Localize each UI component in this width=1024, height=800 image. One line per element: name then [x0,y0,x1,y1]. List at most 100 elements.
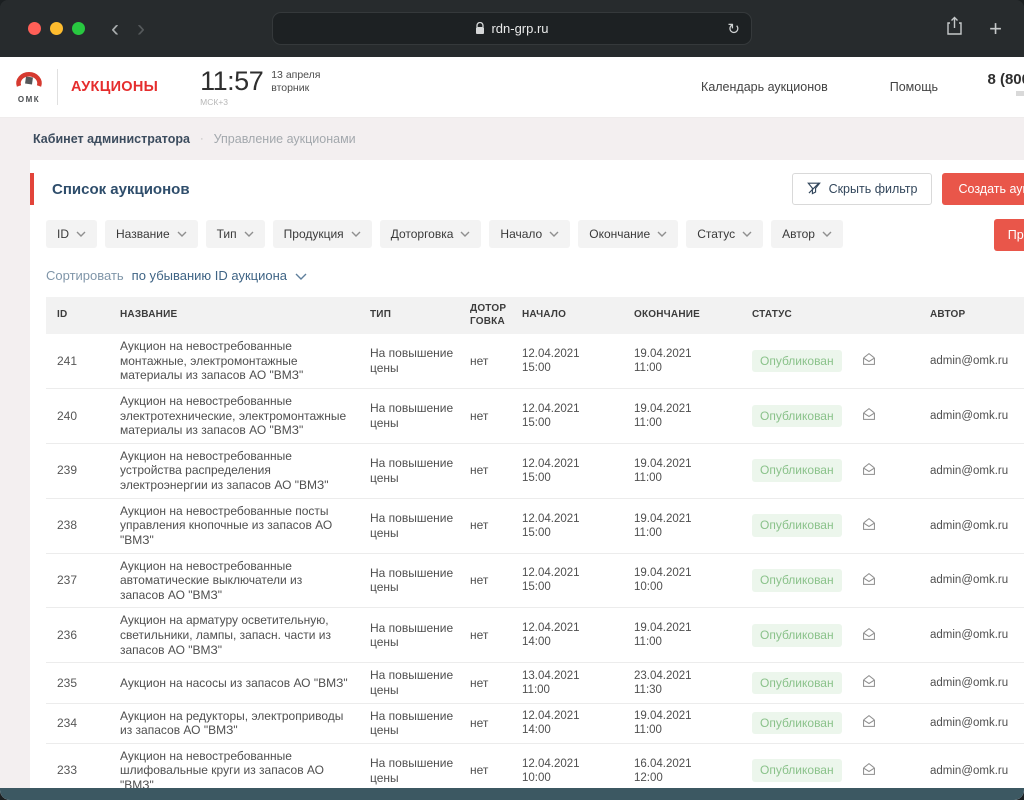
reload-icon[interactable]: ↻ [727,20,740,38]
cell-author: admin@omk.ru [920,628,1024,642]
cell-author: admin@omk.ru [920,764,1024,778]
cell-type: На повышение цены [360,621,460,650]
minimize-window-button[interactable] [50,22,63,35]
cell-mail[interactable] [832,462,920,480]
cell-retrade: нет [460,676,512,691]
browser-chrome: ‹ › rdn-grp.ru ↻ + [0,0,1024,57]
cell-mail[interactable] [832,407,920,425]
new-tab-icon[interactable]: + [989,18,1002,40]
header-nav: Календарь аукционов Помощь [701,80,938,94]
cell-name[interactable]: Аукцион на насосы из запасов АО "ВМЗ" [110,676,360,691]
cell-status: Опубликован [742,624,832,647]
cell-start: 13.04.2021 11:00 [512,669,624,697]
cell-name[interactable]: Аукцион на невостребованные посты управл… [110,504,360,548]
traffic-lights [28,22,85,35]
current-date: 13 апреля вторник [271,68,320,107]
cell-start: 12.04.2021 14:00 [512,621,624,649]
cell-name[interactable]: Аукцион на редукторы, электроприводы из … [110,709,360,738]
mail-open-icon[interactable] [861,714,877,732]
share-icon[interactable] [946,16,963,41]
cell-retrade: нет [460,463,512,478]
mail-open-icon[interactable] [861,517,877,535]
table-row[interactable]: 241 Аукцион на невостребованные монтажны… [46,334,1024,389]
forward-button[interactable]: › [137,17,145,41]
table-row[interactable]: 235 Аукцион на насосы из запасов АО "ВМЗ… [46,663,1024,703]
status-badge: Опубликован [752,459,842,482]
filter-chip[interactable]: Автор [771,220,843,248]
cell-name[interactable]: Аукцион на невостребованные шлифовальные… [110,749,360,788]
filter-chip[interactable]: Окончание [578,220,678,248]
create-auction-button[interactable]: Создать аукцион [942,173,1024,205]
header-nav-link[interactable]: Помощь [890,80,938,94]
mail-open-icon[interactable] [861,462,877,480]
table-row[interactable]: 233 Аукцион на невостребованные шлифовал… [46,744,1024,788]
cell-start: 12.04.2021 15:00 [512,402,624,430]
status-badge: Опубликован [752,405,842,428]
cell-end: 19.04.2021 11:00 [624,709,742,737]
column-header: ID [46,309,110,322]
cell-author: admin@omk.ru [920,354,1024,368]
cell-mail[interactable] [832,674,920,692]
mail-open-icon[interactable] [861,627,877,645]
cell-end: 16.04.2021 12:00 [624,757,742,785]
cell-retrade: нет [460,354,512,369]
table-row[interactable]: 240 Аукцион на невостребованные электрот… [46,389,1024,444]
cell-mail[interactable] [832,714,920,732]
cell-mail[interactable] [832,352,920,370]
address-bar[interactable]: rdn-grp.ru ↻ [272,12,752,45]
table-row[interactable]: 237 Аукцион на невостребованные автомати… [46,554,1024,609]
mail-open-icon[interactable] [861,352,877,370]
column-header: НАЧАЛО [512,309,624,322]
title-accent-bar [30,173,34,205]
column-header: ТИП [360,309,460,322]
filter-chip[interactable]: Начало [489,220,570,248]
timezone-label: МСК+3 [200,97,263,107]
cell-end: 19.04.2021 11:00 [624,457,742,485]
cell-mail[interactable] [832,627,920,645]
filter-chip[interactable]: Название [105,220,198,248]
status-badge: Опубликован [752,514,842,537]
cell-name[interactable]: Аукцион на невостребованные электротехни… [110,394,360,438]
column-header: ДОТОР ГОВКА [460,303,512,328]
mail-open-icon[interactable] [861,674,877,692]
filter-row: ID Название Тип [30,216,1024,252]
apply-filter-button[interactable]: Применить [994,219,1024,251]
cell-name[interactable]: Аукцион на невостребованные автоматическ… [110,559,360,603]
sort-label: Сортировать [46,268,124,283]
cell-name[interactable]: Аукцион на невостребованные монтажные, э… [110,339,360,383]
cell-mail[interactable] [832,517,920,535]
sort-select[interactable]: по убыванию ID аукциона [132,268,307,283]
lock-icon [475,22,485,35]
filter-chip[interactable]: Тип [206,220,265,248]
filter-chip[interactable]: Продукция [273,220,372,248]
cell-name[interactable]: Аукцион на невостребованные устройства р… [110,449,360,493]
current-time: 11:57 [200,68,263,95]
header-nav-link[interactable]: Календарь аукционов [701,80,828,94]
filter-chip[interactable]: Доторговка [380,220,482,248]
filter-chip[interactable]: ID [46,220,97,248]
cell-type: На повышение цены [360,756,460,785]
cell-retrade: нет [460,763,512,778]
filter-chip[interactable]: Статус [686,220,763,248]
site-logo[interactable]: ОМК АУКЦИОНЫ [14,69,158,105]
hide-filter-button[interactable]: Скрыть фильтр [792,173,933,205]
mail-open-icon[interactable] [861,762,877,780]
zoom-window-button[interactable] [72,22,85,35]
back-button[interactable]: ‹ [111,17,119,41]
table-row[interactable]: 236 Аукцион на арматуру осветительную, с… [46,608,1024,663]
table-row[interactable]: 234 Аукцион на редукторы, электроприводы… [46,704,1024,744]
cell-mail[interactable] [832,572,920,590]
mail-open-icon[interactable] [861,407,877,425]
column-header: НАЗВАНИЕ [110,309,360,322]
cell-start: 12.04.2021 15:00 [512,512,624,540]
breadcrumb-item-admin-cabinet[interactable]: Кабинет администратора [33,132,190,146]
cell-mail[interactable] [832,762,920,780]
cell-name[interactable]: Аукцион на арматуру осветительную, свети… [110,613,360,657]
cell-end: 19.04.2021 10:00 [624,566,742,594]
table-row[interactable]: 239 Аукцион на невостребованные устройст… [46,444,1024,499]
mail-open-icon[interactable] [861,572,877,590]
close-window-button[interactable] [28,22,41,35]
auction-list-card: Список аукционов Скрыть фильтр Создать а… [30,160,1024,788]
table-row[interactable]: 238 Аукцион на невостребованные посты уп… [46,499,1024,554]
cell-status: Опубликован [742,569,832,592]
